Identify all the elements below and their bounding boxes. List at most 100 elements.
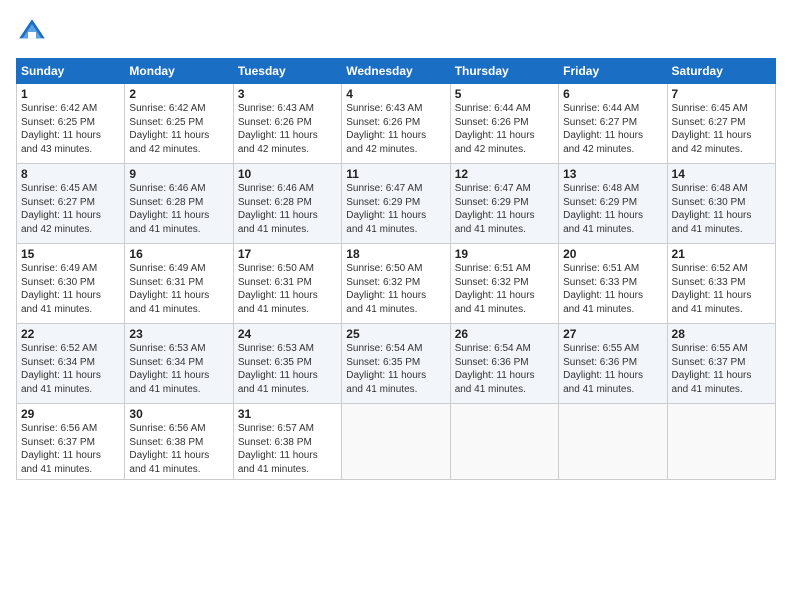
day-info: Sunrise: 6:49 AMSunset: 6:31 PMDaylight:… [129,262,228,316]
calendar-table: SundayMondayTuesdayWednesdayThursdayFrid… [16,58,776,480]
day-info: Sunrise: 6:52 AMSunset: 6:33 PMDaylight:… [672,262,771,316]
calendar-cell: 4Sunrise: 6:43 AMSunset: 6:26 PMDaylight… [342,84,450,164]
day-info: Sunrise: 6:49 AMSunset: 6:30 PMDaylight:… [21,262,120,316]
calendar-week-row: 22Sunrise: 6:52 AMSunset: 6:34 PMDayligh… [17,324,776,404]
calendar-cell: 24Sunrise: 6:53 AMSunset: 6:35 PMDayligh… [233,324,341,404]
calendar-cell: 27Sunrise: 6:55 AMSunset: 6:36 PMDayligh… [559,324,667,404]
day-info: Sunrise: 6:42 AMSunset: 6:25 PMDaylight:… [129,102,228,156]
day-number: 11 [346,167,445,181]
calendar-cell: 15Sunrise: 6:49 AMSunset: 6:30 PMDayligh… [17,244,125,324]
calendar-cell: 19Sunrise: 6:51 AMSunset: 6:32 PMDayligh… [450,244,558,324]
day-info: Sunrise: 6:51 AMSunset: 6:33 PMDaylight:… [563,262,662,316]
calendar-week-row: 29Sunrise: 6:56 AMSunset: 6:37 PMDayligh… [17,404,776,480]
calendar-header-saturday: Saturday [667,59,775,84]
calendar-cell: 29Sunrise: 6:56 AMSunset: 6:37 PMDayligh… [17,404,125,480]
day-number: 7 [672,87,771,101]
day-number: 25 [346,327,445,341]
calendar-header-tuesday: Tuesday [233,59,341,84]
calendar-cell: 30Sunrise: 6:56 AMSunset: 6:38 PMDayligh… [125,404,233,480]
day-number: 27 [563,327,662,341]
logo-icon [16,16,48,48]
day-number: 23 [129,327,228,341]
calendar-cell: 22Sunrise: 6:52 AMSunset: 6:34 PMDayligh… [17,324,125,404]
calendar-week-row: 8Sunrise: 6:45 AMSunset: 6:27 PMDaylight… [17,164,776,244]
day-info: Sunrise: 6:45 AMSunset: 6:27 PMDaylight:… [672,102,771,156]
day-number: 5 [455,87,554,101]
day-number: 17 [238,247,337,261]
day-info: Sunrise: 6:52 AMSunset: 6:34 PMDaylight:… [21,342,120,396]
calendar-cell: 14Sunrise: 6:48 AMSunset: 6:30 PMDayligh… [667,164,775,244]
day-info: Sunrise: 6:48 AMSunset: 6:29 PMDaylight:… [563,182,662,236]
day-info: Sunrise: 6:55 AMSunset: 6:37 PMDaylight:… [672,342,771,396]
page: SundayMondayTuesdayWednesdayThursdayFrid… [0,0,792,612]
day-number: 6 [563,87,662,101]
calendar-cell: 5Sunrise: 6:44 AMSunset: 6:26 PMDaylight… [450,84,558,164]
day-number: 2 [129,87,228,101]
calendar-header-thursday: Thursday [450,59,558,84]
calendar-cell: 21Sunrise: 6:52 AMSunset: 6:33 PMDayligh… [667,244,775,324]
day-info: Sunrise: 6:50 AMSunset: 6:32 PMDaylight:… [346,262,445,316]
day-info: Sunrise: 6:57 AMSunset: 6:38 PMDaylight:… [238,422,337,476]
calendar-cell: 16Sunrise: 6:49 AMSunset: 6:31 PMDayligh… [125,244,233,324]
calendar-cell [450,404,558,480]
day-number: 12 [455,167,554,181]
calendar-header-sunday: Sunday [17,59,125,84]
day-number: 31 [238,407,337,421]
calendar-cell: 25Sunrise: 6:54 AMSunset: 6:35 PMDayligh… [342,324,450,404]
calendar-header-wednesday: Wednesday [342,59,450,84]
day-number: 24 [238,327,337,341]
calendar-cell: 20Sunrise: 6:51 AMSunset: 6:33 PMDayligh… [559,244,667,324]
day-info: Sunrise: 6:46 AMSunset: 6:28 PMDaylight:… [129,182,228,236]
calendar-cell: 10Sunrise: 6:46 AMSunset: 6:28 PMDayligh… [233,164,341,244]
day-info: Sunrise: 6:43 AMSunset: 6:26 PMDaylight:… [238,102,337,156]
day-number: 19 [455,247,554,261]
calendar-cell: 12Sunrise: 6:47 AMSunset: 6:29 PMDayligh… [450,164,558,244]
day-number: 28 [672,327,771,341]
calendar-header-row: SundayMondayTuesdayWednesdayThursdayFrid… [17,59,776,84]
header [16,16,776,48]
day-number: 9 [129,167,228,181]
calendar-cell [667,404,775,480]
calendar-cell: 18Sunrise: 6:50 AMSunset: 6:32 PMDayligh… [342,244,450,324]
day-info: Sunrise: 6:56 AMSunset: 6:37 PMDaylight:… [21,422,120,476]
day-info: Sunrise: 6:55 AMSunset: 6:36 PMDaylight:… [563,342,662,396]
day-info: Sunrise: 6:50 AMSunset: 6:31 PMDaylight:… [238,262,337,316]
calendar-cell: 7Sunrise: 6:45 AMSunset: 6:27 PMDaylight… [667,84,775,164]
day-number: 22 [21,327,120,341]
day-info: Sunrise: 6:48 AMSunset: 6:30 PMDaylight:… [672,182,771,236]
day-number: 26 [455,327,554,341]
day-number: 30 [129,407,228,421]
day-info: Sunrise: 6:54 AMSunset: 6:35 PMDaylight:… [346,342,445,396]
day-number: 8 [21,167,120,181]
day-number: 21 [672,247,771,261]
day-number: 18 [346,247,445,261]
day-info: Sunrise: 6:51 AMSunset: 6:32 PMDaylight:… [455,262,554,316]
day-number: 20 [563,247,662,261]
day-info: Sunrise: 6:53 AMSunset: 6:35 PMDaylight:… [238,342,337,396]
calendar-cell [559,404,667,480]
day-number: 14 [672,167,771,181]
day-number: 4 [346,87,445,101]
day-number: 3 [238,87,337,101]
calendar-cell: 8Sunrise: 6:45 AMSunset: 6:27 PMDaylight… [17,164,125,244]
calendar-cell: 26Sunrise: 6:54 AMSunset: 6:36 PMDayligh… [450,324,558,404]
day-number: 16 [129,247,228,261]
calendar-cell: 17Sunrise: 6:50 AMSunset: 6:31 PMDayligh… [233,244,341,324]
calendar-cell: 6Sunrise: 6:44 AMSunset: 6:27 PMDaylight… [559,84,667,164]
calendar-cell: 31Sunrise: 6:57 AMSunset: 6:38 PMDayligh… [233,404,341,480]
calendar-cell: 2Sunrise: 6:42 AMSunset: 6:25 PMDaylight… [125,84,233,164]
day-number: 13 [563,167,662,181]
day-info: Sunrise: 6:53 AMSunset: 6:34 PMDaylight:… [129,342,228,396]
day-info: Sunrise: 6:56 AMSunset: 6:38 PMDaylight:… [129,422,228,476]
calendar-cell: 9Sunrise: 6:46 AMSunset: 6:28 PMDaylight… [125,164,233,244]
day-info: Sunrise: 6:46 AMSunset: 6:28 PMDaylight:… [238,182,337,236]
calendar-cell: 3Sunrise: 6:43 AMSunset: 6:26 PMDaylight… [233,84,341,164]
calendar-cell: 23Sunrise: 6:53 AMSunset: 6:34 PMDayligh… [125,324,233,404]
day-info: Sunrise: 6:54 AMSunset: 6:36 PMDaylight:… [455,342,554,396]
day-info: Sunrise: 6:45 AMSunset: 6:27 PMDaylight:… [21,182,120,236]
calendar-cell: 11Sunrise: 6:47 AMSunset: 6:29 PMDayligh… [342,164,450,244]
calendar-cell [342,404,450,480]
calendar-header-friday: Friday [559,59,667,84]
day-info: Sunrise: 6:47 AMSunset: 6:29 PMDaylight:… [455,182,554,236]
calendar-cell: 1Sunrise: 6:42 AMSunset: 6:25 PMDaylight… [17,84,125,164]
